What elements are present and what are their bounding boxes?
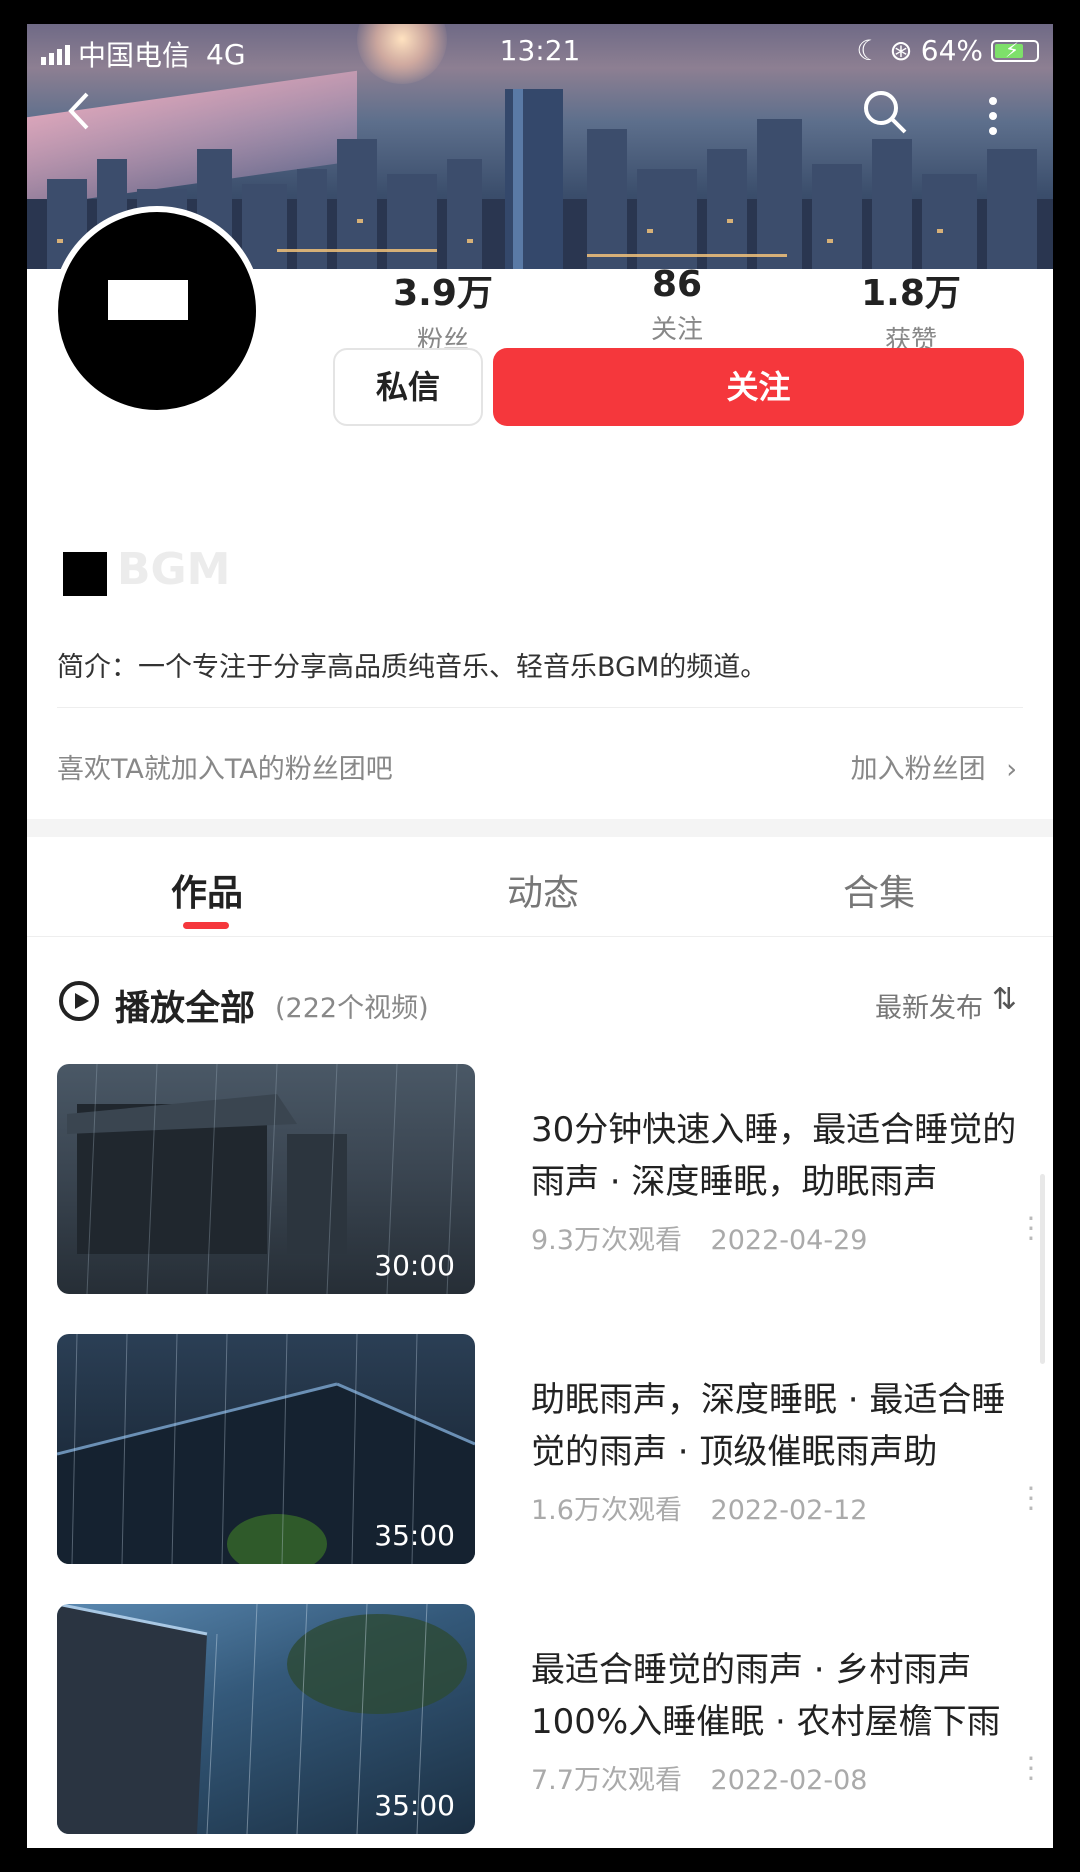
profile-intro: 简介：一个专注于分享高品质纯音乐、轻音乐BGM的频道。 bbox=[57, 652, 768, 683]
back-arrow-icon[interactable] bbox=[61, 86, 97, 140]
avatar[interactable] bbox=[52, 206, 262, 416]
video-thumbnail[interactable]: 30:00 bbox=[57, 1064, 475, 1294]
stat-label: 关注 bbox=[650, 315, 703, 345]
stat-followers[interactable]: 3.9万 粉丝 bbox=[363, 264, 523, 357]
video-title[interactable]: 最适合睡觉的雨声 · 乡村雨声100%入睡催眠 · 农村屋檐下雨 bbox=[531, 1644, 1031, 1748]
message-button[interactable]: 私信 bbox=[333, 348, 483, 426]
divider bbox=[27, 936, 1053, 937]
list-item[interactable]: 35:00 最适合睡觉的雨声 · 乡村雨声100%入睡催眠 · 农村屋檐下雨 7… bbox=[57, 1604, 1053, 1834]
more-vertical-icon[interactable]: · · · bbox=[1025, 1745, 1037, 1793]
fans-club-prompt: 喜欢TA就加入TA的粉丝团吧 bbox=[57, 754, 393, 785]
video-thumbnail[interactable]: 35:00 bbox=[57, 1604, 475, 1834]
stat-value: 86 bbox=[651, 264, 703, 305]
video-date: 2022-02-08 bbox=[710, 1765, 868, 1796]
battery-percent: 64% bbox=[920, 34, 983, 67]
video-title[interactable]: 30分钟快速入睡，最适合睡觉的雨声 · 深度睡眠，助眠雨声 bbox=[531, 1104, 1031, 1208]
list-item[interactable]: 35:00 助眠雨声，深度睡眠 · 最适合睡觉的雨声 · 顶级催眠雨声助 1.6… bbox=[57, 1334, 1053, 1564]
battery-icon: ⚡ bbox=[991, 38, 1039, 62]
sort-icon[interactable]: ⇅ bbox=[992, 982, 1017, 1017]
divider bbox=[57, 707, 1023, 708]
video-duration: 35:00 bbox=[374, 1519, 455, 1552]
video-title[interactable]: 助眠雨声，深度睡眠 · 最适合睡觉的雨声 · 顶级催眠雨声助 bbox=[531, 1374, 1031, 1478]
video-meta: 9.3万次观看 2022-04-29 bbox=[531, 1218, 867, 1257]
tab-collections[interactable]: 合集 bbox=[779, 864, 979, 916]
tab-activity[interactable]: 动态 bbox=[443, 864, 643, 916]
video-date: 2022-04-29 bbox=[710, 1225, 868, 1256]
chevron-right-icon: › bbox=[1006, 754, 1017, 785]
join-fans-club-label: 加入粉丝团 bbox=[850, 754, 986, 785]
profile-name-redacted bbox=[63, 552, 107, 596]
stat-following[interactable]: 86 关注 bbox=[597, 264, 757, 346]
stat-likes[interactable]: 1.8万 获赞 bbox=[831, 264, 991, 357]
play-all-button[interactable]: 播放全部 bbox=[115, 980, 255, 1031]
profile-name: BGM bbox=[117, 544, 231, 595]
video-thumbnail[interactable]: 35:00 bbox=[57, 1334, 475, 1564]
list-item[interactable]: 30:00 30分钟快速入睡，最适合睡觉的雨声 · 深度睡眠，助眠雨声 9.3万… bbox=[57, 1064, 1053, 1294]
more-vertical-icon[interactable]: · · · bbox=[1025, 1205, 1037, 1253]
tab-works[interactable]: 作品 bbox=[107, 864, 307, 916]
section-gap bbox=[27, 819, 1053, 837]
video-views: 7.7万次观看 bbox=[531, 1765, 682, 1796]
app-screen: 中国电信 4G 13:21 ☾ ⊛ 64% ⚡ 3.9万 粉丝 86 关注 1.… bbox=[27, 24, 1053, 1848]
video-meta: 7.7万次观看 2022-02-08 bbox=[531, 1758, 867, 1797]
stat-value: 1.8万 bbox=[861, 273, 961, 314]
search-icon[interactable] bbox=[861, 88, 909, 140]
video-views: 9.3万次观看 bbox=[531, 1225, 682, 1256]
video-duration: 35:00 bbox=[374, 1789, 455, 1822]
video-count: (222个视频) bbox=[275, 993, 429, 1024]
play-circle-icon[interactable] bbox=[59, 981, 99, 1021]
more-vertical-icon[interactable]: · · · bbox=[1025, 1475, 1037, 1523]
status-bar: 中国电信 4G 13:21 ☾ ⊛ 64% ⚡ bbox=[27, 32, 1053, 72]
join-fans-club-link[interactable]: 加入粉丝团 › bbox=[851, 747, 1017, 786]
video-views: 1.6万次观看 bbox=[531, 1495, 682, 1526]
video-duration: 30:00 bbox=[374, 1249, 455, 1282]
video-meta: 1.6万次观看 2022-02-12 bbox=[531, 1488, 867, 1527]
stat-value: 3.9万 bbox=[393, 273, 493, 314]
tab-active-indicator bbox=[183, 922, 229, 929]
more-vertical-icon[interactable] bbox=[987, 96, 999, 140]
sort-dropdown[interactable]: 最新发布 bbox=[875, 986, 983, 1025]
rotation-lock-icon: ⊛ bbox=[889, 34, 913, 67]
follow-button[interactable]: 关注 bbox=[493, 348, 1024, 426]
scrollbar[interactable] bbox=[1040, 1174, 1045, 1364]
moon-icon: ☾ bbox=[856, 34, 882, 67]
video-date: 2022-02-12 bbox=[710, 1495, 868, 1526]
